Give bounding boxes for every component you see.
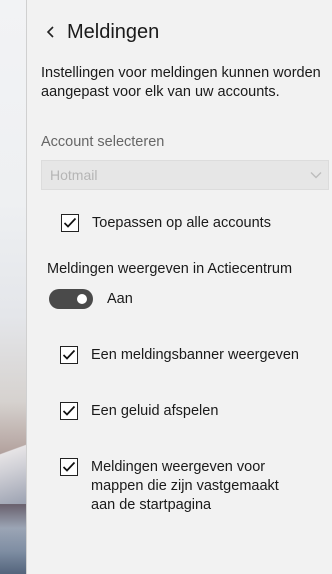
back-button[interactable]: [41, 17, 61, 47]
sound-label: Een geluid afspelen: [91, 403, 219, 419]
page-title: Meldingen: [67, 20, 160, 43]
apply-all-accounts-checkbox[interactable]: [61, 214, 79, 232]
checkmark-icon: [62, 461, 76, 472]
chevron-left-icon: [46, 26, 54, 38]
sound-checkbox[interactable]: [60, 402, 78, 420]
panel-header: Meldingen: [41, 16, 159, 48]
account-dropdown-value: Hotmail: [50, 167, 98, 183]
toggle-state-label: Aan: [107, 291, 133, 307]
action-center-toggle[interactable]: [49, 289, 93, 309]
apply-all-accounts-checkbox-row[interactable]: Toepassen op alle accounts: [61, 214, 271, 233]
action-center-toggle-row: Aan: [49, 289, 133, 309]
checkmark-icon: [62, 405, 76, 416]
apply-all-accounts-label: Toepassen op alle accounts: [92, 215, 271, 231]
sound-checkbox-row[interactable]: Een geluid afspelen: [60, 402, 218, 421]
banner-checkbox[interactable]: [60, 346, 78, 364]
banner-checkbox-row[interactable]: Een meldingsbanner weergeven: [60, 346, 299, 365]
checkmark-icon: [63, 217, 77, 228]
toggle-knob: [77, 294, 87, 304]
mountain-ridge: [0, 414, 26, 504]
account-dropdown[interactable]: Hotmail: [41, 160, 329, 190]
pinned-folders-checkbox-row[interactable]: Meldingen weergeven voor mappen die zijn…: [60, 458, 290, 515]
banner-label: Een meldingsbanner weergeven: [91, 347, 299, 363]
notifications-settings-panel: Meldingen Instellingen voor meldingen ku…: [26, 0, 332, 574]
description-text: Instellingen voor meldingen kunnen worde…: [41, 65, 321, 100]
account-select-label: Account selecteren: [41, 134, 165, 150]
pinned-folders-checkbox[interactable]: [60, 458, 78, 476]
chevron-down-icon: [310, 172, 322, 179]
pinned-folders-label: Meldingen weergeven voor mappen die zijn…: [91, 459, 279, 513]
action-center-title: Meldingen weergeven in Actiecentrum: [47, 261, 293, 277]
checkmark-icon: [62, 349, 76, 360]
desktop-wallpaper: [0, 0, 26, 574]
